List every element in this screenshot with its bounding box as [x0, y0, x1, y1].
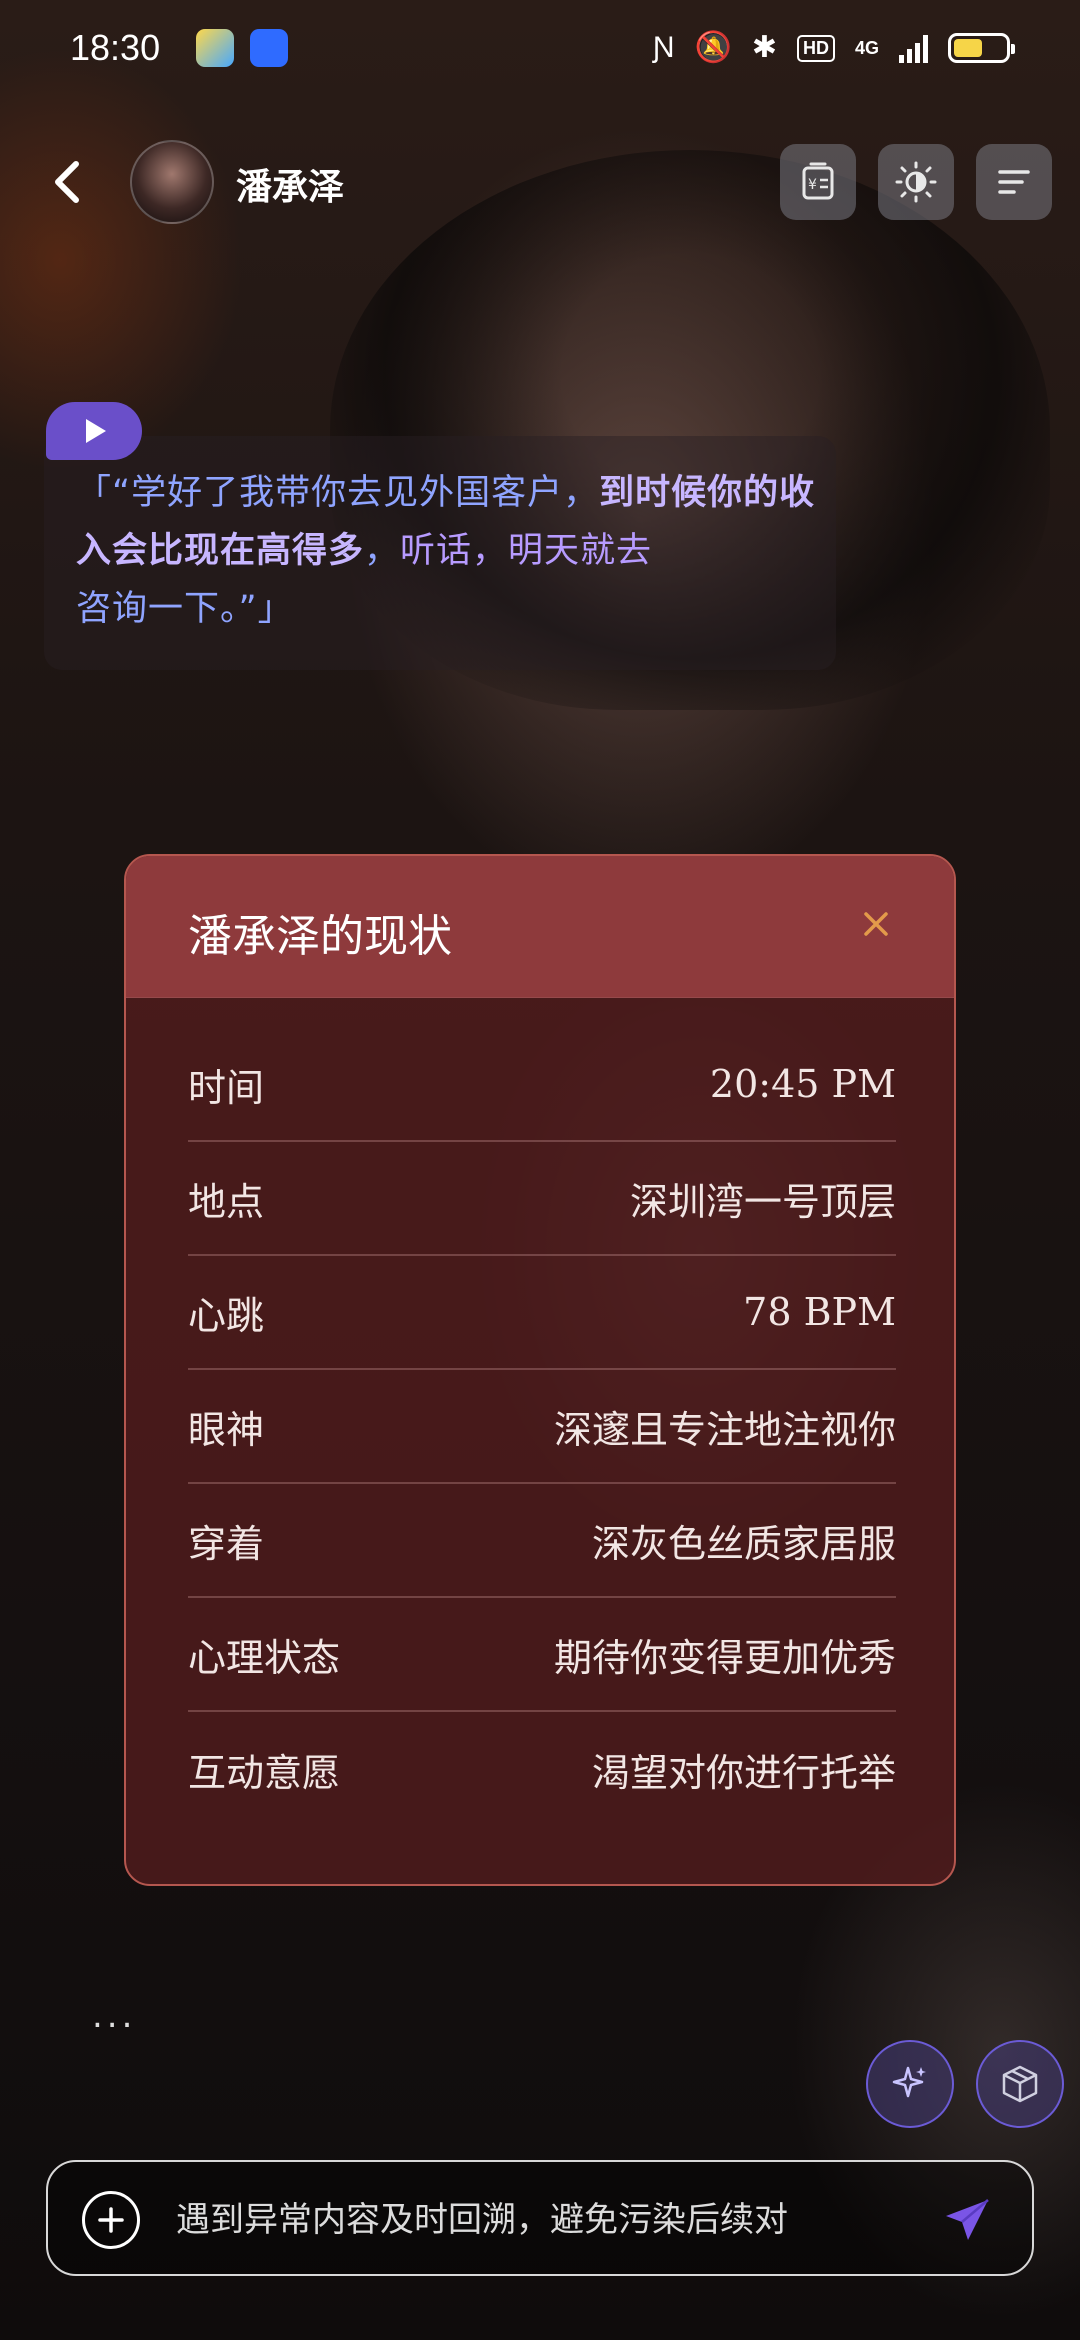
status-row-mood: 心理状态 期待你变得更加优秀	[188, 1598, 896, 1712]
row-value: 深圳湾一号顶层	[629, 1179, 896, 1224]
row-value: 深邃且专注地注视你	[553, 1407, 896, 1452]
narration-close: 咨询一下。”」	[76, 589, 294, 629]
status-row-location: 地点 深圳湾一号顶层	[188, 1142, 896, 1256]
close-icon	[864, 912, 888, 936]
cube-icon	[1002, 2065, 1038, 2103]
theme-button[interactable]	[878, 144, 954, 220]
add-button[interactable]	[82, 2191, 140, 2249]
card-header: 潘承泽的现状	[126, 856, 954, 998]
menu-icon	[998, 170, 1030, 194]
chat-header: 潘承泽 ¥	[0, 130, 1080, 234]
row-label: 穿着	[188, 1521, 265, 1566]
wallet-icon: ¥	[802, 162, 834, 200]
character-status-card: 潘承泽的现状 时间 20:45 PM 地点 深圳湾一号顶层 心跳 78 BPM …	[124, 854, 956, 1886]
svg-text:¥: ¥	[808, 177, 817, 193]
message-input-bar	[46, 2160, 1034, 2276]
play-icon	[86, 419, 106, 443]
status-row-heartbeat: 心跳 78 BPM	[188, 1256, 896, 1370]
sparkle-icon	[892, 2066, 926, 2098]
row-label: 互动意愿	[188, 1750, 341, 1795]
wallet-button[interactable]: ¥	[780, 144, 856, 220]
brightness-icon	[895, 161, 937, 203]
row-label: 心理状态	[188, 1635, 341, 1680]
row-label: 心跳	[188, 1293, 265, 1338]
status-bar: 18:30 Ɲ 🔕 ✱ HD 4G	[0, 0, 1080, 96]
weather-app-icon	[196, 29, 235, 67]
close-button[interactable]	[854, 902, 898, 946]
row-value: 期待你变得更加优秀	[553, 1635, 896, 1680]
network-type: 4G	[854, 38, 879, 58]
row-value: 深灰色丝质家居服	[591, 1521, 896, 1566]
battery-icon	[948, 33, 1015, 63]
message-input[interactable]	[176, 2192, 896, 2248]
hd-badge: HD	[796, 34, 835, 62]
mute-icon: 🔕	[694, 31, 732, 64]
row-value: 渴望对你进行托举	[591, 1750, 896, 1795]
status-row-intent: 互动意愿 渴望对你进行托举	[188, 1712, 896, 1826]
status-row-time: 时间 20:45 PM	[188, 1028, 896, 1142]
status-row-outfit: 穿着 深灰色丝质家居服	[188, 1484, 896, 1598]
back-button[interactable]	[40, 154, 96, 210]
narration-mid: ，	[364, 531, 401, 571]
row-label: 时间	[188, 1065, 265, 1110]
narration-open: 「“学好了我带你去见外国客户，	[76, 473, 600, 513]
status-indicators: Ɲ 🔕 ✱ HD 4G	[652, 31, 1015, 64]
row-label: 眼神	[188, 1407, 265, 1452]
bluetooth-icon: ✱	[751, 31, 777, 64]
avatar[interactable]	[130, 140, 214, 224]
nfc-icon: Ɲ	[652, 31, 675, 64]
row-value: 20:45 PM	[709, 1062, 896, 1106]
menu-button[interactable]	[976, 144, 1052, 220]
typing-indicator: ...	[92, 1996, 137, 2036]
play-voice-button[interactable]	[46, 402, 142, 460]
character-name[interactable]: 潘承泽	[236, 158, 344, 210]
narration-purple: 听话，明天就去	[400, 531, 653, 571]
chevron-left-icon	[55, 161, 79, 203]
row-value: 78 BPM	[743, 1290, 896, 1334]
narration-text: 「“学好了我带你去见外国客户，到时候你的收入会比现在高得多，听话，明天就去 咨询一…	[76, 464, 816, 638]
baidu-app-icon	[250, 29, 289, 67]
signal-icon	[899, 33, 928, 63]
plus-icon	[98, 2207, 124, 2233]
status-rows: 时间 20:45 PM 地点 深圳湾一号顶层 心跳 78 BPM 眼神 深邃且专…	[188, 1028, 896, 1826]
box-button[interactable]	[976, 2040, 1064, 2128]
send-button[interactable]	[940, 2192, 996, 2248]
row-label: 地点	[188, 1179, 265, 1224]
sparkle-button[interactable]	[866, 2040, 954, 2128]
status-row-gaze: 眼神 深邃且专注地注视你	[188, 1370, 896, 1484]
battery-fill	[954, 39, 982, 57]
card-title: 潘承泽的现状	[188, 911, 452, 962]
send-icon	[946, 2199, 989, 2240]
status-time: 18:30	[70, 27, 161, 68]
